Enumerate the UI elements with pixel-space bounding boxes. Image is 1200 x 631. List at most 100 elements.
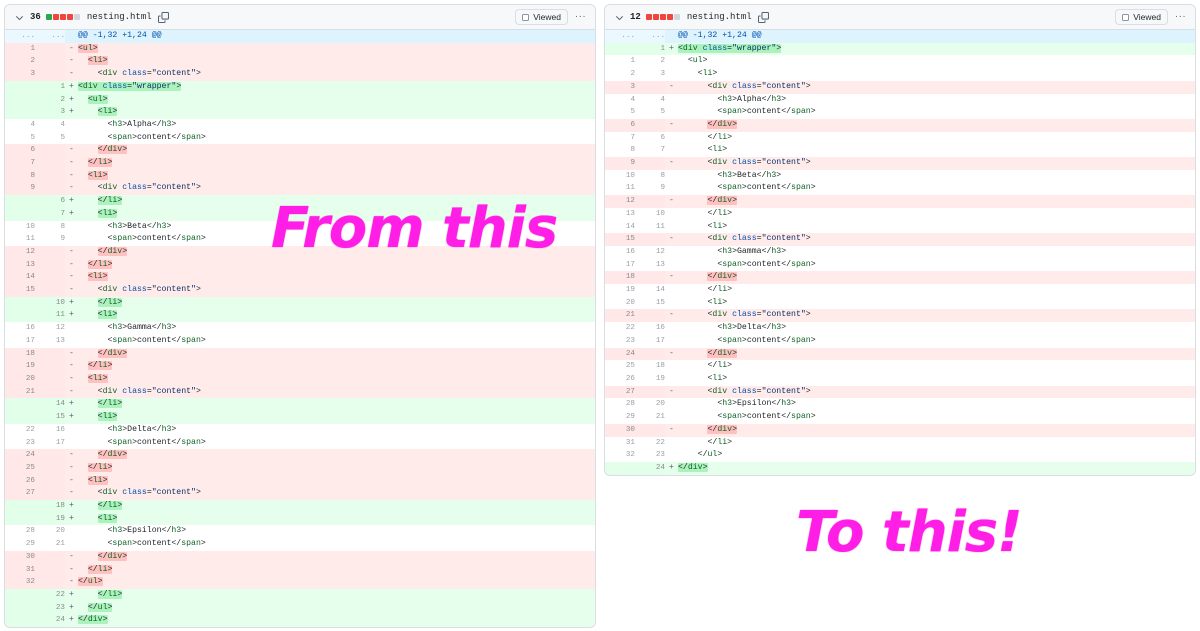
diff-row-ctx[interactable]: 23 <li> bbox=[605, 68, 1195, 81]
line-number-new[interactable]: 12 bbox=[635, 245, 665, 259]
line-number-old[interactable]: 31 bbox=[605, 436, 635, 450]
diff-row-del[interactable]: 3 - <div class="content"> bbox=[605, 80, 1195, 94]
diff-row-add[interactable]: 1 + <div class="wrapper"> bbox=[605, 42, 1195, 56]
diff-row-del[interactable]: 15 - <div class="content"> bbox=[605, 233, 1195, 246]
diff-row-del[interactable]: 32 - </ul> bbox=[5, 576, 595, 589]
diff-row-ctx[interactable]: 87 <li> bbox=[605, 144, 1195, 158]
line-number-old[interactable]: 26 bbox=[605, 372, 635, 386]
line-number-new[interactable]: 6 bbox=[635, 131, 665, 145]
diff-row-ctx[interactable]: 28 20 <h3>Epsilon</h3> bbox=[5, 525, 595, 539]
line-number-old[interactable]: 8 bbox=[605, 144, 635, 158]
checkbox-icon[interactable] bbox=[1122, 13, 1130, 21]
line-number-new[interactable]: 11 bbox=[635, 220, 665, 234]
line-number-new[interactable] bbox=[635, 385, 665, 399]
line-number-old[interactable]: 28 bbox=[5, 525, 35, 539]
diff-row-ctx[interactable]: 76 </li> bbox=[605, 131, 1195, 145]
line-number-old[interactable] bbox=[5, 207, 35, 221]
line-number-new[interactable]: 20 bbox=[35, 525, 65, 539]
line-number-old[interactable]: 30 bbox=[605, 423, 635, 437]
line-number-old[interactable]: 14 bbox=[605, 220, 635, 234]
line-number-old[interactable] bbox=[5, 80, 35, 94]
line-number-new[interactable] bbox=[35, 182, 65, 196]
line-number-old[interactable]: 26 bbox=[5, 474, 35, 488]
diff-row-add[interactable]: 24 + </div> bbox=[5, 614, 595, 628]
line-number-old[interactable]: 4 bbox=[605, 93, 635, 107]
diff-row-hunk[interactable]: ...... @@ -1,32 +1,24 @@ bbox=[605, 30, 1195, 43]
line-number-new[interactable]: 14 bbox=[35, 398, 65, 412]
line-number-new[interactable]: 24 bbox=[635, 461, 665, 475]
line-number-new[interactable]: 13 bbox=[635, 258, 665, 272]
line-number-old[interactable] bbox=[605, 42, 635, 56]
line-number-new[interactable]: 21 bbox=[35, 538, 65, 551]
line-number-old[interactable]: 31 bbox=[5, 563, 35, 577]
line-number-old[interactable]: 2 bbox=[5, 55, 35, 69]
line-number-new[interactable]: 8 bbox=[635, 169, 665, 183]
line-number-new[interactable] bbox=[35, 169, 65, 183]
file-name-right[interactable]: nesting.html bbox=[687, 12, 752, 22]
line-number-new[interactable]: 12 bbox=[35, 322, 65, 335]
line-number-new[interactable] bbox=[35, 284, 65, 297]
line-number-new[interactable]: 9 bbox=[35, 233, 65, 246]
line-number-new[interactable]: 16 bbox=[35, 423, 65, 437]
viewed-checkbox-right[interactable]: Viewed bbox=[1115, 9, 1168, 25]
line-number-new[interactable]: 2 bbox=[35, 93, 65, 107]
line-number-old[interactable]: 8 bbox=[5, 169, 35, 183]
diff-row-ctx[interactable]: 16 12 <h3>Gamma</h3> bbox=[605, 245, 1195, 259]
line-number-old[interactable]: 13 bbox=[605, 207, 635, 221]
kebab-menu-left[interactable]: ··· bbox=[573, 10, 588, 25]
line-number-old[interactable] bbox=[5, 106, 35, 119]
line-number-old[interactable] bbox=[5, 296, 35, 310]
diff-row-del[interactable]: 12 - </div> bbox=[605, 195, 1195, 208]
line-number-old[interactable]: 12 bbox=[5, 245, 35, 259]
diff-row-ctx[interactable]: 44 <h3>Alpha</h3> bbox=[605, 93, 1195, 107]
line-number-new[interactable]: 16 bbox=[635, 322, 665, 335]
diff-row-ctx[interactable]: 11 9 <span>content</span> bbox=[605, 182, 1195, 196]
line-number-old[interactable] bbox=[5, 512, 35, 526]
line-number-old[interactable]: 7 bbox=[605, 131, 635, 145]
chevron-down-icon[interactable] bbox=[14, 12, 25, 23]
diff-row-add[interactable]: 22 + </li> bbox=[5, 588, 595, 602]
diff-row-ctx[interactable]: 28 20 <h3>Epsilon</h3> bbox=[605, 398, 1195, 412]
line-number-new[interactable] bbox=[35, 360, 65, 373]
diff-row-ctx[interactable]: 10 8 <h3>Beta</h3> bbox=[5, 220, 595, 234]
diff-row-ctx[interactable]: 55 <span>content</span> bbox=[5, 131, 595, 145]
line-number-new[interactable] bbox=[635, 309, 665, 323]
line-number-new[interactable] bbox=[35, 55, 65, 69]
diff-row-del[interactable]: 27 - <div class="content"> bbox=[5, 487, 595, 501]
diff-row-ctx[interactable]: 20 15 <li> bbox=[605, 296, 1195, 310]
diff-row-ctx[interactable]: 16 12 <h3>Gamma</h3> bbox=[5, 322, 595, 335]
diff-row-del[interactable]: 7 - </li> bbox=[5, 157, 595, 170]
diff-row-ctx[interactable]: 29 21 <span>content</span> bbox=[5, 538, 595, 551]
line-number-old[interactable]: 10 bbox=[5, 220, 35, 234]
line-number-old[interactable]: 20 bbox=[5, 372, 35, 386]
line-number-new[interactable] bbox=[35, 42, 65, 56]
diff-row-ctx[interactable]: 25 18 </li> bbox=[605, 360, 1195, 373]
diff-row-ctx[interactable]: 31 22 </li> bbox=[605, 436, 1195, 450]
line-number-new[interactable]: 6 bbox=[35, 195, 65, 208]
line-number-new[interactable] bbox=[35, 461, 65, 475]
line-number-new[interactable] bbox=[635, 233, 665, 246]
line-number-new[interactable]: 18 bbox=[635, 360, 665, 373]
line-number-old[interactable]: 28 bbox=[605, 398, 635, 412]
line-number-new[interactable]: 17 bbox=[635, 334, 665, 348]
line-number-old[interactable]: 10 bbox=[605, 169, 635, 183]
chevron-down-icon[interactable] bbox=[614, 12, 625, 23]
line-number-old[interactable]: 16 bbox=[605, 245, 635, 259]
diff-row-add[interactable]: 23 + </ul> bbox=[5, 601, 595, 615]
line-number-old[interactable] bbox=[5, 411, 35, 424]
diff-row-del[interactable]: 6 - </div> bbox=[5, 144, 595, 158]
line-number-new[interactable] bbox=[35, 271, 65, 285]
diff-row-ctx[interactable]: 55 <span>content</span> bbox=[605, 106, 1195, 119]
line-number-old[interactable] bbox=[5, 588, 35, 602]
line-number-old[interactable]: 19 bbox=[5, 360, 35, 373]
line-number-old[interactable] bbox=[5, 500, 35, 513]
line-number-new[interactable]: 4 bbox=[635, 93, 665, 107]
checkbox-icon[interactable] bbox=[522, 13, 530, 21]
viewed-checkbox-left[interactable]: Viewed bbox=[515, 9, 568, 25]
diff-row-ctx[interactable]: 19 14 </li> bbox=[605, 284, 1195, 297]
line-number-new[interactable]: 3 bbox=[635, 68, 665, 81]
line-number-new[interactable] bbox=[635, 195, 665, 208]
diff-row-ctx[interactable]: 11 9 <span>content</span> bbox=[5, 233, 595, 246]
line-number-old[interactable]: 6 bbox=[605, 118, 635, 132]
line-number-old[interactable] bbox=[5, 309, 35, 323]
